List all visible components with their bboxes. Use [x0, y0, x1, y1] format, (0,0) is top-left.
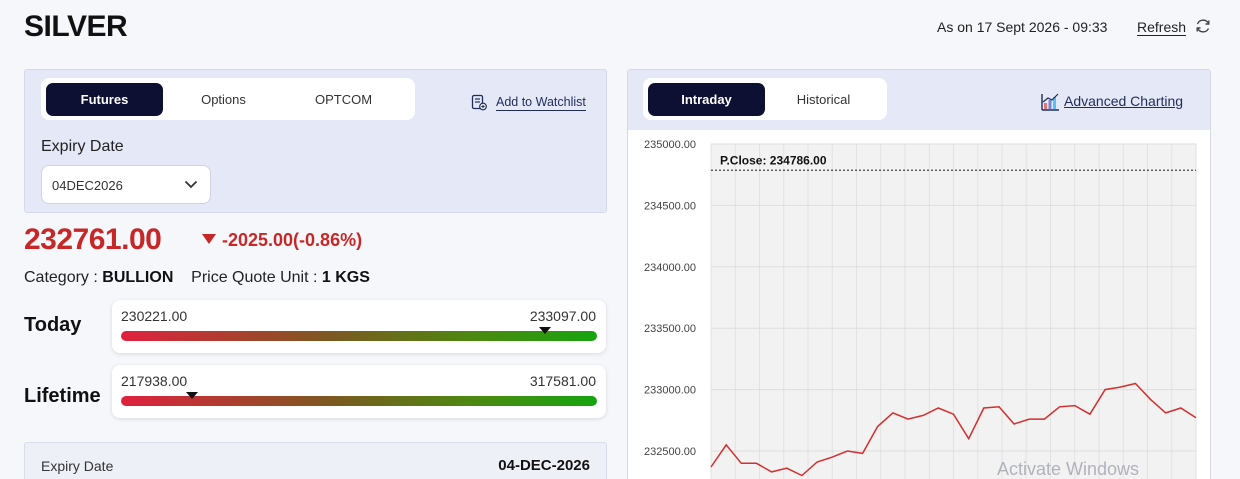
- today-ltp-marker: [538, 327, 551, 334]
- category-value: BULLION: [102, 269, 174, 286]
- watchlist-icon: [471, 94, 487, 111]
- today-range-bar: [121, 331, 597, 341]
- as-on-timestamp: As on 17 Sept 2026 - 09:33: [937, 19, 1108, 35]
- page-title: SILVER: [24, 10, 128, 43]
- refresh-icon[interactable]: [1194, 17, 1212, 35]
- detail-value: 04-DEC-2026: [498, 457, 590, 474]
- y-tick-label: 234500.00: [644, 200, 696, 212]
- tab-intraday[interactable]: Intraday: [648, 83, 765, 116]
- y-tick-label: 234000.00: [644, 262, 696, 274]
- chart-panel: Intraday Historical Advanced Charting 23…: [627, 69, 1211, 479]
- lifetime-high: 317581.00: [529, 373, 596, 389]
- tab-options[interactable]: Options: [165, 83, 282, 116]
- tab-historical[interactable]: Historical: [765, 83, 882, 116]
- expiry-date-label: Expiry Date: [41, 138, 124, 155]
- lifetime-label: Lifetime: [24, 385, 101, 407]
- contract-info: Category : BULLION Price Quote Unit : 1 …: [24, 269, 370, 287]
- unit-value: 1 KGS: [321, 269, 370, 286]
- refresh-link[interactable]: Refresh: [1137, 19, 1186, 35]
- y-tick-label: 235000.00: [644, 139, 696, 151]
- previous-close-label: P.Close: 234786.00: [720, 153, 827, 167]
- today-low: 230221.00: [121, 308, 188, 324]
- contract-type-tabs: Futures Options OPTCOM: [41, 78, 415, 120]
- lifetime-low: 217938.00: [121, 373, 188, 389]
- y-tick-label: 233000.00: [644, 385, 696, 397]
- lifetime-range: 217938.00 317581.00: [112, 365, 606, 418]
- chevron-down-icon: [184, 180, 198, 189]
- today-high: 233097.00: [529, 308, 596, 324]
- advanced-charting-label: Advanced Charting: [1064, 93, 1184, 109]
- intraday-chart: 235000.00 234500.00 234000.00 233500.00 2330…: [644, 139, 1197, 479]
- unit-label: Price Quote Unit :: [191, 269, 318, 286]
- tab-optcom[interactable]: OPTCOM: [285, 83, 402, 116]
- watchlist-label: Add to Watchlist: [496, 95, 586, 111]
- today-range: 230221.00 233097.00: [112, 300, 606, 353]
- chart-period-tabs: Intraday Historical: [643, 78, 887, 120]
- detail-key: Expiry Date: [41, 458, 114, 474]
- lifetime-ltp-marker: [186, 392, 199, 399]
- last-price: 232761.00: [24, 223, 162, 256]
- chart-panel-header: Intraday Historical Advanced Charting: [628, 70, 1210, 130]
- contract-selector-panel: Futures Options OPTCOM Add to Watchlist …: [24, 69, 607, 213]
- category-label: Category :: [24, 269, 98, 286]
- expiry-date-select[interactable]: 04DEC2026: [41, 165, 211, 204]
- price-change-value: -2025.00(-0.86%): [222, 230, 363, 250]
- activate-windows-watermark: Activate Windows: [997, 459, 1140, 479]
- add-to-watchlist-button[interactable]: Add to Watchlist: [471, 92, 591, 114]
- y-tick-label: 233500.00: [644, 323, 696, 335]
- chart-icon: [1041, 93, 1059, 111]
- price-change: -2025.00(-0.86%): [202, 230, 362, 251]
- contract-detail-row: Expiry Date 04-DEC-2026: [24, 442, 607, 479]
- down-arrow-icon: [202, 234, 216, 244]
- tab-futures[interactable]: Futures: [46, 83, 163, 116]
- y-tick-label: 232500.00: [644, 446, 696, 458]
- today-label: Today: [24, 314, 82, 336]
- expiry-date-value: 04DEC2026: [52, 178, 123, 193]
